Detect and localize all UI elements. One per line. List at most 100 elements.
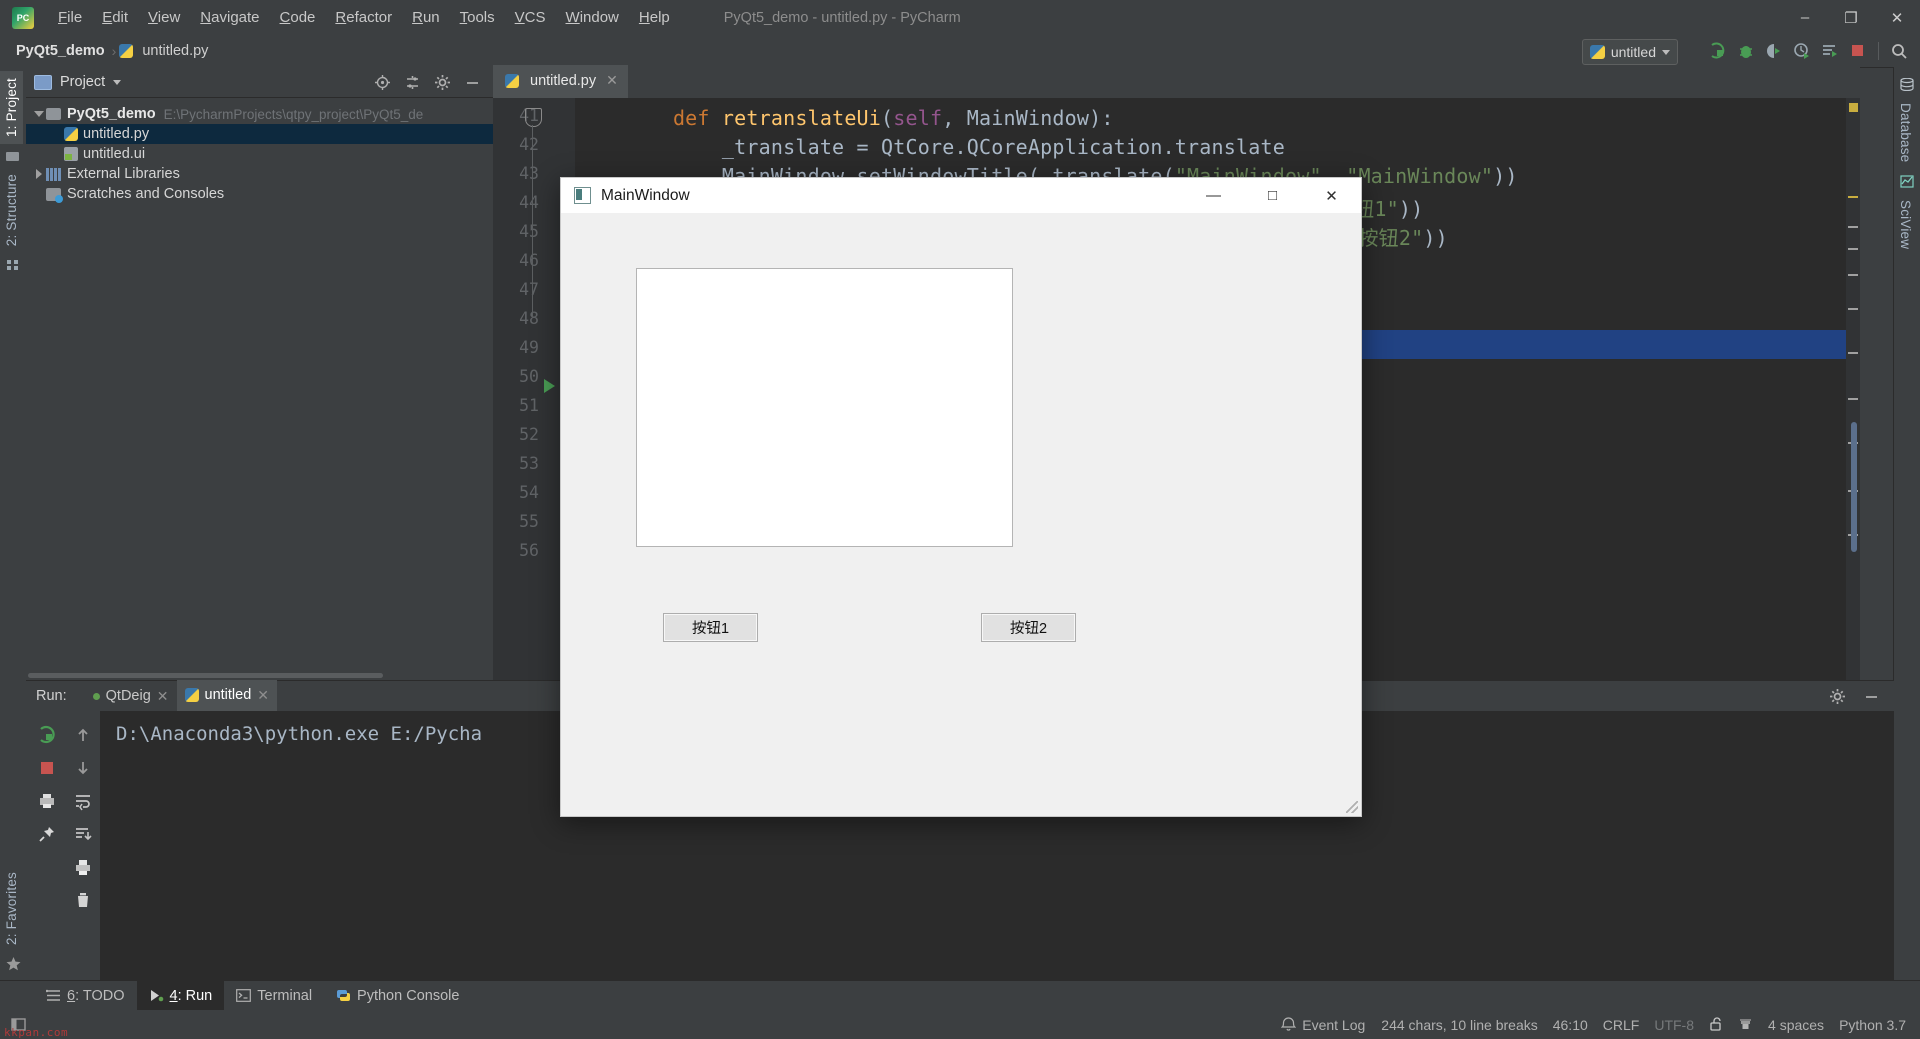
bottom-tab-python-console[interactable]: Python Console: [324, 981, 471, 1010]
tool-tab-structure[interactable]: 2: Structure: [0, 167, 26, 271]
editor-tab-untitled-py[interactable]: untitled.py ✕: [493, 65, 628, 98]
chevron-right-icon[interactable]: [32, 169, 46, 179]
qt-close-icon[interactable]: ✕: [1302, 178, 1361, 213]
soft-wrap-icon[interactable]: [68, 786, 98, 816]
status-item-crlf[interactable]: CRLF: [1603, 1017, 1640, 1033]
profile-icon[interactable]: [1789, 38, 1815, 64]
project-horizontal-scrollbar[interactable]: [26, 670, 493, 680]
scroll-to-end-icon[interactable]: [68, 819, 98, 849]
marker: [1848, 352, 1858, 354]
run-gutter-icon[interactable]: [544, 379, 555, 393]
tree-node-scratches-and-consoles[interactable]: Scratches and Consoles: [26, 184, 493, 204]
menu-help[interactable]: Help: [629, 0, 680, 35]
breadcrumb-file[interactable]: untitled.py: [138, 43, 212, 59]
python-interpreter-icon[interactable]: [1738, 1017, 1753, 1032]
bottom-tab-6--todo[interactable]: 6: TODO: [34, 981, 137, 1010]
status-item-4-spaces[interactable]: 4 spaces: [1768, 1017, 1824, 1033]
close-icon[interactable]: ✕: [1874, 0, 1920, 35]
tree-node-untitled-py[interactable]: untitled.py: [26, 124, 493, 144]
chevron-down-icon[interactable]: [32, 111, 46, 117]
fold-collapse-icon[interactable]: [525, 108, 542, 127]
left-tool-strip: 1: Project 2: Structure 2: Favorites: [0, 67, 27, 981]
qt-title-bar: MainWindow — □ ✕: [561, 178, 1361, 214]
run-icon[interactable]: [1705, 38, 1731, 64]
close-icon[interactable]: ✕: [606, 72, 618, 89]
tree-node-untitled-ui[interactable]: untitled.ui: [26, 144, 493, 164]
menu-run[interactable]: Run: [402, 0, 450, 35]
close-icon[interactable]: ✕: [257, 687, 269, 704]
up-arrow-icon[interactable]: [68, 720, 98, 750]
settings-gear-icon[interactable]: [429, 69, 455, 95]
run-panel-header-tools: [1824, 683, 1894, 709]
database-icon: [1900, 77, 1914, 92]
window-title: PyQt5_demo - untitled.py - PyCharm: [723, 9, 961, 26]
tree-node-path: E:\PycharmProjects\qtpy_project\PyQt5_de: [163, 106, 424, 122]
debug-icon[interactable]: [1733, 38, 1759, 64]
tool-tab-project[interactable]: 1: Project: [0, 71, 26, 162]
locate-icon[interactable]: [369, 69, 395, 95]
push-button-2[interactable]: 按钮2: [981, 613, 1076, 642]
tool-tab-sciview[interactable]: SciView: [1894, 175, 1920, 256]
text-edit[interactable]: [636, 268, 1013, 547]
tool-tab-database[interactable]: Database: [1894, 77, 1920, 169]
project-window-icon: [34, 74, 52, 90]
lock-open-icon[interactable]: [1709, 1017, 1723, 1032]
inspection-status-icon[interactable]: [1849, 103, 1858, 112]
status-item-python-3-7[interactable]: Python 3.7: [1839, 1017, 1906, 1033]
coverage-icon[interactable]: [1761, 38, 1787, 64]
status-bar: Event Log 244 chars, 10 line breaks 46:10…: [0, 1010, 1920, 1039]
run-configuration-selector[interactable]: untitled: [1581, 39, 1678, 65]
editor-scrollbar-thumb[interactable]: [1851, 422, 1857, 552]
bottom-tab-4--run[interactable]: 4: Run: [136, 981, 225, 1010]
tool-tab-favorites[interactable]: 2: Favorites: [0, 865, 26, 971]
qt-mainwindow-dialog[interactable]: MainWindow — □ ✕ 按钮1 按钮2: [560, 177, 1362, 817]
collapse-all-icon[interactable]: [399, 69, 425, 95]
caret-down-icon[interactable]: [113, 79, 122, 85]
tree-node-label: PyQt5_demo: [67, 106, 156, 122]
menu-tools[interactable]: Tools: [450, 0, 505, 35]
minimize-icon[interactable]: –: [1782, 0, 1828, 35]
event-log-button[interactable]: Event Log: [1281, 1017, 1365, 1033]
settings-gear-icon[interactable]: [1824, 683, 1850, 709]
menu-file[interactable]: File: [48, 0, 92, 35]
run-tab-label: untitled: [204, 687, 252, 703]
status-item-46-10[interactable]: 46:10: [1553, 1017, 1588, 1033]
bottom-tab-terminal[interactable]: Terminal: [224, 981, 324, 1010]
status-item-utf-8[interactable]: UTF-8: [1654, 1017, 1694, 1033]
print-output-icon[interactable]: [68, 852, 98, 882]
menu-code[interactable]: Code: [270, 0, 326, 35]
run-side-toolbar: [26, 711, 100, 981]
pin-icon[interactable]: [32, 819, 62, 849]
search-icon[interactable]: [1886, 38, 1912, 64]
line-number: 50: [519, 367, 539, 386]
menu-view[interactable]: View: [138, 0, 190, 35]
push-button-1[interactable]: 按钮1: [663, 613, 758, 642]
down-arrow-icon[interactable]: [68, 753, 98, 783]
run-tab-qtdeig[interactable]: QtDeig ✕: [85, 681, 177, 711]
menu-edit[interactable]: Edit: [92, 0, 138, 35]
tree-node-pyqt5-demo[interactable]: PyQt5_demo E:\PycharmProjects\qtpy_projec…: [26, 104, 493, 124]
close-icon[interactable]: ✕: [157, 688, 169, 705]
menu-navigate[interactable]: Navigate: [190, 0, 269, 35]
run-tab-untitled[interactable]: untitled ✕: [176, 680, 278, 712]
status-item-244-chars--10-line-breaks[interactable]: 244 chars, 10 line breaks: [1381, 1017, 1537, 1033]
todo-icon: [46, 989, 61, 1002]
print-icon[interactable]: [32, 786, 62, 816]
resize-grip-icon[interactable]: [1346, 801, 1358, 813]
menu-vcs[interactable]: VCS: [505, 0, 556, 35]
hide-icon[interactable]: [1858, 683, 1884, 709]
qt-maximize-icon[interactable]: □: [1243, 178, 1302, 213]
editor-marker-strip[interactable]: [1846, 98, 1860, 680]
qt-minimize-icon[interactable]: —: [1184, 178, 1243, 213]
stop-icon[interactable]: [1845, 38, 1871, 64]
menu-refactor[interactable]: Refactor: [325, 0, 402, 35]
menu-window[interactable]: Window: [556, 0, 629, 35]
run-with-console-icon[interactable]: [1817, 38, 1843, 64]
trash-icon[interactable]: [68, 885, 98, 915]
breadcrumb-project[interactable]: PyQt5_demo: [12, 43, 109, 59]
hide-icon[interactable]: [459, 69, 485, 95]
tree-node-external-libraries[interactable]: External Libraries: [26, 164, 493, 184]
stop-icon[interactable]: [32, 753, 62, 783]
rerun-icon[interactable]: [32, 720, 62, 750]
maximize-icon[interactable]: ❐: [1828, 0, 1874, 35]
